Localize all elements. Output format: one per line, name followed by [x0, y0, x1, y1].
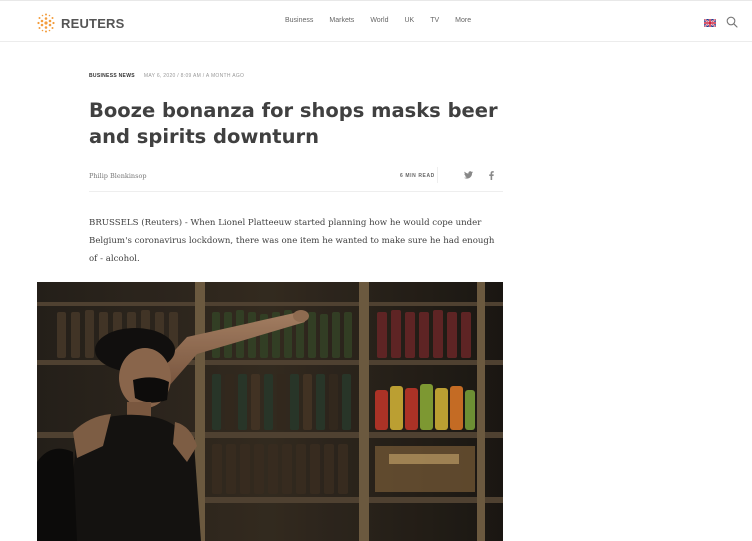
section-label[interactable]: BUSINESS NEWS — [89, 73, 135, 79]
article-photo[interactable] — [37, 282, 503, 541]
article-body: BRUSSELS (Reuters) - When Lionel Plattee… — [89, 218, 495, 264]
nav-business[interactable]: Business — [285, 17, 313, 24]
top-header: REUTERS Business Markets World UK TV Mor… — [0, 0, 752, 42]
share-facebook-button[interactable] — [481, 164, 501, 186]
uk-flag-icon[interactable] — [704, 19, 716, 27]
nav-more[interactable]: More — [455, 17, 471, 24]
twitter-icon — [463, 171, 473, 179]
byline-row: Philip Blenkinsop 6 MIN READ — [89, 164, 503, 192]
read-time: 6 MIN READ — [400, 173, 435, 179]
nav-uk[interactable]: UK — [404, 17, 414, 24]
publish-date: MAY 6, 2020 / 8:09 AM / A MONTH AGO — [143, 73, 245, 79]
nav-world[interactable]: World — [370, 17, 388, 24]
photo-supermarket-shelves — [37, 282, 503, 541]
nav-markets[interactable]: Markets — [329, 17, 354, 24]
reuters-logo[interactable]: REUTERS — [35, 12, 125, 34]
nav-tv[interactable]: TV — [430, 17, 439, 24]
brand-name: REUTERS — [61, 15, 125, 31]
page: REUTERS Business Markets World UK TV Mor… — [0, 0, 752, 541]
article-headline: Booze bonanza for shops masks beer and s… — [89, 99, 498, 148]
main-nav: Business Markets World UK TV More — [285, 17, 471, 24]
search-icon[interactable] — [726, 16, 738, 28]
article-kicker: BUSINESS NEWS MAY 6, 2020 / 8:09 AM / A … — [89, 73, 244, 79]
facebook-icon — [488, 170, 494, 180]
share-divider — [437, 167, 438, 183]
reuters-dot-logo-icon — [37, 13, 55, 33]
share-twitter-button[interactable] — [458, 164, 478, 186]
author-name[interactable]: Philip Blenkinsop — [89, 172, 147, 180]
